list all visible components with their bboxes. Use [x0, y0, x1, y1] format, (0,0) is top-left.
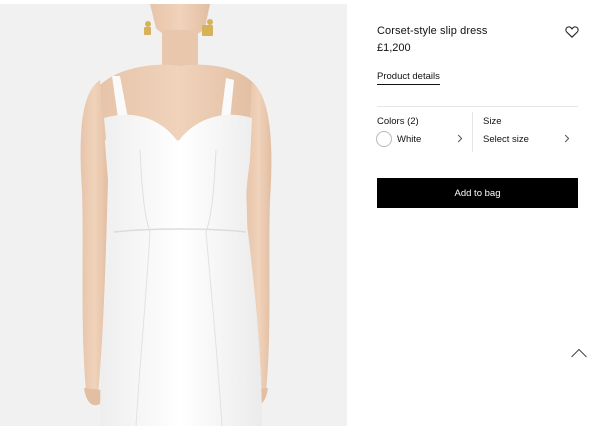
- product-page: Corset-style slip dress £1,200 Product d…: [0, 0, 608, 426]
- section-divider: [377, 106, 578, 107]
- color-swatch: [376, 131, 392, 147]
- add-to-bag-button[interactable]: Add to bag: [377, 178, 578, 208]
- size-selector[interactable]: Select size: [483, 130, 573, 148]
- product-name: Corset-style slip dress: [377, 25, 488, 37]
- selected-color: White: [397, 133, 422, 145]
- chevron-right-icon: [457, 134, 463, 143]
- heart-icon[interactable]: [565, 25, 579, 39]
- options-divider: [472, 112, 473, 152]
- colors-label: Colors (2): [377, 116, 419, 127]
- model-illustration: [80, 4, 272, 426]
- chevron-up-icon[interactable]: [570, 347, 588, 359]
- size-label: Size: [483, 116, 502, 127]
- chevron-right-icon: [564, 134, 570, 143]
- product-details-link[interactable]: Product details: [377, 71, 440, 85]
- color-selector[interactable]: White: [376, 130, 466, 148]
- product-image[interactable]: [0, 0, 347, 426]
- product-price: £1,200: [377, 42, 411, 54]
- size-value: Select size: [483, 133, 529, 145]
